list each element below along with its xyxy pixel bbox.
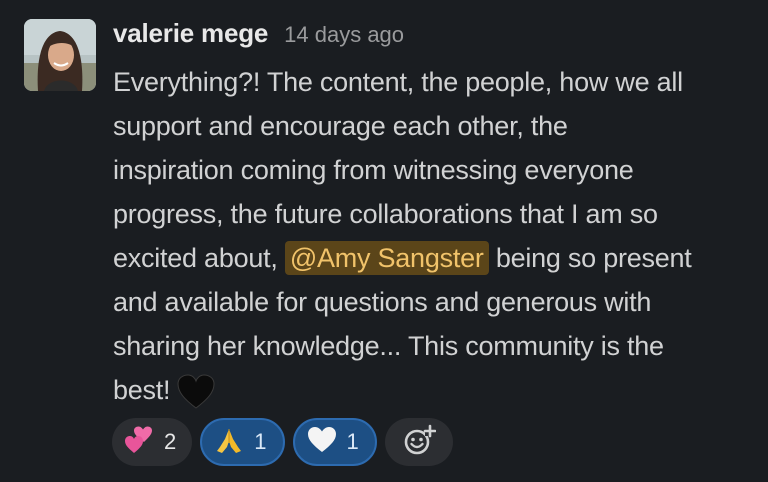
message-line: best! [113,368,755,412]
two-hearts-icon [124,426,154,459]
message-body: Everything?! The content, the people, ho… [113,60,755,412]
message-header: valerie mege 14 days ago [113,18,404,49]
reaction-folded-hands[interactable]: 1 [200,418,285,466]
reaction-count: 1 [346,429,359,454]
author-name[interactable]: valerie mege [113,18,268,49]
reaction-count: 1 [254,429,267,454]
timestamp[interactable]: 14 days ago [284,22,404,48]
message-line: support and encourage each other, the [113,111,568,141]
message-text: being so present [488,243,692,273]
message-line: and available for questions and generous… [113,287,652,317]
avatar[interactable] [24,19,96,91]
folded-hands-icon [214,425,244,460]
reaction-two-hearts[interactable]: 2 [112,418,193,466]
reactions-bar: 2 1 1 [112,418,453,466]
message-line: inspiration coming from witnessing every… [113,155,634,185]
message-text: excited about, [113,243,285,273]
message-line: excited about, @Amy Sangster being so pr… [113,236,755,280]
message-line: progress, the future collaborations that… [113,199,658,229]
add-reaction-button[interactable] [384,418,453,466]
white-heart-icon [307,426,337,459]
message-line: sharing her knowledge... This community … [113,331,664,361]
message-text: best! [113,375,171,405]
avatar-photo [24,19,96,91]
user-mention[interactable]: @Amy Sangster [284,241,489,275]
message-line: Everything?! The content, the people, ho… [113,67,683,97]
reaction-white-heart[interactable]: 1 [292,418,377,466]
black-heart-icon [176,373,216,411]
add-emoji-icon [402,423,437,462]
reaction-count: 2 [164,429,177,454]
